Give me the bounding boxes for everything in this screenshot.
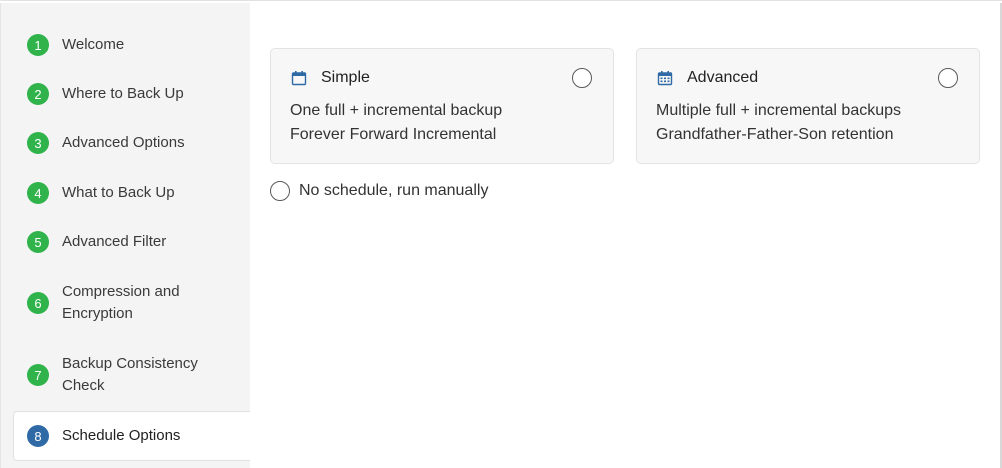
card-title-row: Simple (291, 69, 370, 87)
step-badge: 5 (27, 231, 49, 253)
step-badge: 7 (27, 364, 49, 386)
step-label: Backup Consistency Check (62, 353, 198, 397)
step-badge: 2 (27, 83, 49, 105)
step-label: Advanced Filter (62, 233, 167, 250)
step-welcome[interactable]: 1 Welcome (13, 33, 251, 57)
card-title-row: Advanced (657, 69, 758, 87)
simple-schedule-card[interactable]: Simple One full + incremental backup For… (270, 48, 614, 164)
step-label: Where to Back Up (62, 85, 184, 102)
step-label: What to Back Up (62, 184, 175, 201)
step-label: Compression and Encryption (62, 281, 180, 325)
manual-radio[interactable] (270, 181, 290, 201)
wizard-steps-sidebar: 1 Welcome 2 Where to Back Up 3 Advanced … (0, 3, 251, 468)
backup-wizard-window: 1 Welcome 2 Where to Back Up 3 Advanced … (0, 0, 1002, 468)
step-backup-consistency-check[interactable]: 7 Backup Consistency Check (13, 352, 251, 398)
simple-radio[interactable] (572, 68, 592, 88)
card-description: One full + incremental backup (290, 102, 503, 119)
step-compression-and-encryption[interactable]: 6 Compression and Encryption (13, 280, 251, 326)
card-title: Simple (321, 69, 370, 86)
step-advanced-filter[interactable]: 5 Advanced Filter (13, 230, 251, 254)
step-label-line: Check (62, 377, 105, 394)
step-what-to-back-up[interactable]: 4 What to Back Up (13, 181, 251, 205)
step-label-line: Compression and (62, 283, 180, 300)
step-where-to-back-up[interactable]: 2 Where to Back Up (13, 82, 251, 106)
step-advanced-options[interactable]: 3 Advanced Options (13, 131, 251, 155)
card-description: Grandfather-Father-Son retention (656, 126, 894, 143)
card-description: Forever Forward Incremental (290, 126, 497, 143)
step-label: Advanced Options (62, 134, 185, 151)
step-badge: 3 (27, 132, 49, 154)
manual-schedule-option[interactable]: No schedule, run manually (270, 181, 488, 201)
step-schedule-options[interactable]: 8 Schedule Options (13, 411, 251, 461)
manual-label: No schedule, run manually (299, 182, 489, 199)
step-badge: 4 (27, 182, 49, 204)
step-badge: 1 (27, 34, 49, 56)
step-badge: 8 (27, 425, 49, 447)
schedule-options-panel: Simple One full + incremental backup For… (250, 3, 1000, 468)
advanced-radio[interactable] (938, 68, 958, 88)
calendar-grid-icon (657, 71, 673, 86)
calendar-icon (291, 71, 307, 86)
card-title: Advanced (687, 69, 759, 86)
advanced-schedule-card[interactable]: Advanced Multiple full + incremental bac… (636, 48, 980, 164)
step-label-line: Encryption (62, 305, 133, 322)
card-description: Multiple full + incremental backups (656, 102, 902, 119)
step-label-line: Backup Consistency (62, 355, 198, 372)
step-label: Schedule Options (62, 427, 181, 444)
step-badge: 6 (27, 292, 49, 314)
step-label: Welcome (62, 36, 125, 53)
